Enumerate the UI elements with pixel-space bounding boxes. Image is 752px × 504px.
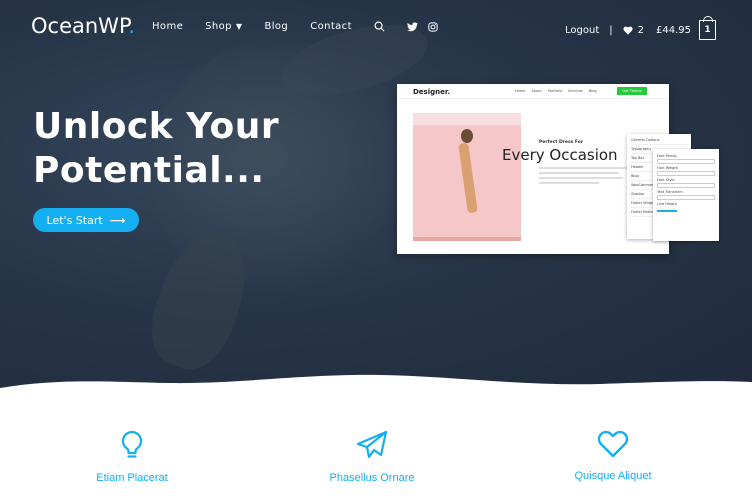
wave-divider	[0, 374, 752, 398]
hero-headline-line: Potential...	[33, 150, 265, 191]
mockup-subtitle: Perfect Dress For	[539, 140, 584, 145]
chevron-down-icon: ▼	[235, 22, 243, 31]
feature-title: Quisque Aliquet	[574, 470, 652, 482]
hero-headline-line: Unlock Your	[33, 106, 280, 147]
mockup-nav: Home About Portfolio Services Blog	[515, 89, 603, 93]
wishlist-count: 2	[637, 24, 644, 36]
mockup-title: Every Occasion	[502, 146, 618, 164]
feature-card: Quisque Aliquet	[533, 430, 693, 482]
heart-icon	[623, 26, 633, 35]
separator: |	[609, 24, 613, 36]
nav-item-shop-label: Shop	[205, 21, 232, 32]
typography-label: Line Height	[657, 202, 677, 206]
header-account-area: Logout | 2 £44.95 1	[565, 16, 716, 40]
line-height-slider	[657, 210, 677, 212]
cart-button[interactable]: 1	[699, 16, 716, 40]
site-logo[interactable]: OceanWP.	[31, 14, 135, 38]
customizer-item: General Options	[631, 136, 687, 145]
typography-label: Font Style	[657, 178, 675, 182]
mockup-nav-item: Home	[515, 89, 526, 93]
mockup-divider	[397, 98, 669, 99]
typography-label: Text Transform	[657, 190, 683, 194]
logout-link[interactable]: Logout	[565, 25, 599, 36]
mockup-nav-item: About	[531, 89, 542, 93]
mockup-nav-item: Services	[568, 89, 583, 93]
nav-item-contact[interactable]: Contact	[310, 21, 352, 32]
arrow-right-icon: ⟶	[109, 213, 126, 227]
mockup-buy-button: Get Theme	[617, 87, 647, 95]
cart-count: 1	[704, 25, 711, 35]
typography-label: Font Family	[657, 154, 677, 158]
mockup-nav-item: Blog	[588, 89, 597, 93]
cta-label: Let's Start	[46, 213, 103, 227]
search-icon[interactable]	[374, 21, 385, 32]
mockup-brand: Designer.	[413, 88, 450, 96]
instagram-icon[interactable]	[428, 21, 438, 32]
cart-total[interactable]: £44.95	[656, 25, 691, 36]
feature-title: Etiam Placerat	[96, 472, 168, 484]
lets-start-button[interactable]: Let's Start ⟶	[33, 208, 139, 232]
feature-card: Phasellus Ornare	[292, 430, 452, 484]
feature-title: Phasellus Ornare	[329, 472, 415, 484]
twitter-icon[interactable]	[406, 21, 418, 32]
wishlist-link[interactable]: 2	[623, 25, 644, 36]
paper-plane-icon	[356, 430, 388, 459]
heart-icon	[597, 430, 629, 458]
mockup-photo	[413, 113, 521, 241]
nav-item-shop[interactable]: Shop ▼	[205, 21, 242, 32]
mockup-paragraph	[539, 167, 627, 187]
features-section: Etiam Placerat Phasellus Ornare Quisque …	[0, 398, 752, 504]
typography-panel: Font Family Font Weight Font Style Text …	[653, 149, 719, 241]
hero-section: OceanWP. Home Shop ▼ Blog Contact Logout …	[0, 0, 752, 392]
main-navigation: Home Shop ▼ Blog Contact	[152, 21, 460, 32]
feature-card: Etiam Placerat	[52, 430, 212, 484]
hero-headline: Unlock Your Potential...	[33, 105, 279, 193]
lightbulb-icon	[121, 430, 143, 458]
nav-item-blog[interactable]: Blog	[264, 21, 288, 32]
nav-item-home[interactable]: Home	[152, 21, 183, 32]
mockup-nav-item: Portfolio	[547, 89, 563, 93]
typography-label: Font Weight	[657, 166, 678, 170]
